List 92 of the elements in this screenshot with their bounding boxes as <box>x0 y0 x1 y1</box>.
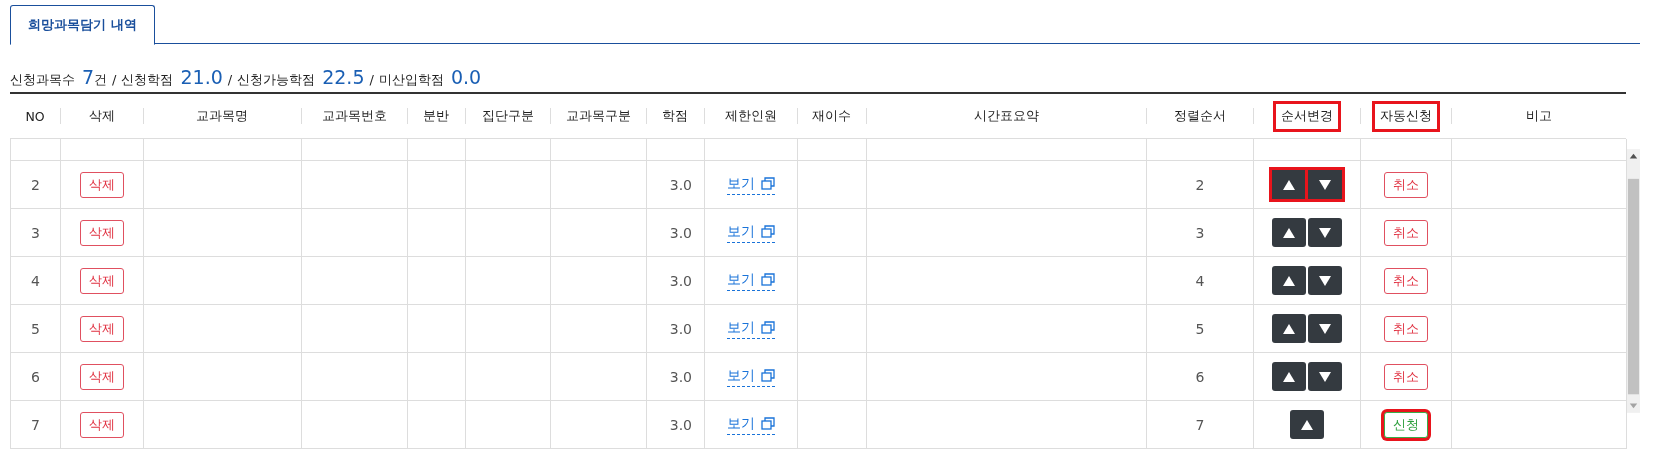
move-up-button[interactable] <box>1272 218 1306 247</box>
column-header: 비고 <box>1524 106 1553 125</box>
column-header: 재이수 <box>811 106 852 125</box>
row-number: 2 <box>31 176 40 193</box>
column-header: 시간표요약 <box>972 106 1040 125</box>
row-number: 6 <box>31 368 40 385</box>
up-triangle-icon <box>1282 226 1296 239</box>
delete-button[interactable]: 삭제 <box>80 411 124 438</box>
up-triangle-icon <box>1282 178 1296 191</box>
credit-text: 3.0 <box>669 224 692 241</box>
summary-value: 22.5 <box>322 66 365 88</box>
summary-label: 신청과목수 <box>10 71 75 89</box>
move-up-button[interactable] <box>1290 410 1324 439</box>
credit-text: 3.0 <box>669 416 692 433</box>
apply-button[interactable]: 신청 <box>1384 411 1428 438</box>
column-header: 집단구분 <box>480 106 535 125</box>
column-header: 순서변경 <box>1272 100 1341 132</box>
order-number: 5 <box>1195 320 1205 337</box>
column-header: 교과목명 <box>195 106 249 125</box>
delete-button[interactable]: 삭제 <box>80 171 124 198</box>
row-number: 3 <box>31 224 40 241</box>
credit-text: 3.0 <box>669 368 692 385</box>
column-header: 삭제 <box>87 106 116 125</box>
order-number: 4 <box>1195 272 1205 289</box>
popup-icon <box>761 273 775 286</box>
move-up-button[interactable] <box>1272 170 1306 199</box>
credit-text: 3.0 <box>669 272 692 289</box>
delete-button[interactable]: 삭제 <box>80 267 124 294</box>
view-link[interactable]: 보기 <box>727 174 775 195</box>
cancel-button[interactable]: 취소 <box>1384 267 1428 294</box>
summary-label: 신청가능학점 <box>237 71 316 89</box>
column-header: 정렬순서 <box>1172 106 1227 125</box>
popup-icon <box>761 177 775 190</box>
column-header: 교과목구분 <box>564 106 632 125</box>
popup-icon <box>761 369 775 382</box>
popup-icon <box>761 321 775 334</box>
view-link[interactable]: 보기 <box>727 414 775 435</box>
summary-value: 21.0 <box>180 66 223 88</box>
column-header: 학점 <box>661 106 689 125</box>
move-down-button[interactable] <box>1308 266 1342 295</box>
move-down-button[interactable] <box>1308 314 1342 343</box>
move-up-button[interactable] <box>1272 266 1306 295</box>
move-down-button[interactable] <box>1308 170 1342 199</box>
order-number: 6 <box>1195 368 1205 385</box>
view-link[interactable]: 보기 <box>727 270 775 291</box>
down-triangle-icon <box>1318 226 1332 239</box>
row-number: 4 <box>31 272 40 289</box>
summary-label: 신청학점 <box>121 71 174 89</box>
down-triangle-icon <box>1318 322 1332 335</box>
up-triangle-icon <box>1282 322 1296 335</box>
down-triangle-icon <box>1318 274 1332 287</box>
down-triangle-icon <box>1318 178 1332 191</box>
popup-icon <box>761 225 775 238</box>
cancel-button[interactable]: 취소 <box>1384 219 1428 246</box>
move-up-button[interactable] <box>1272 362 1306 391</box>
summary-value: 0.0 <box>450 66 482 88</box>
cancel-button[interactable]: 취소 <box>1384 363 1428 390</box>
move-down-button[interactable] <box>1308 218 1342 247</box>
view-link[interactable]: 보기 <box>727 366 775 387</box>
row-number: 7 <box>31 416 40 433</box>
summary-unit: 건 <box>94 71 108 89</box>
down-triangle-icon <box>1318 370 1332 383</box>
column-header: 분반 <box>422 106 450 125</box>
column-header: NO <box>24 107 46 126</box>
column-header: 자동신청 <box>1371 100 1440 132</box>
separator-text: / <box>369 72 374 87</box>
column-header: 교과목번호 <box>320 106 388 125</box>
delete-button[interactable]: 삭제 <box>80 219 124 246</box>
popup-icon <box>761 417 775 430</box>
order-number: 3 <box>1195 224 1205 241</box>
order-number: 2 <box>1195 176 1205 193</box>
separator-text: / <box>112 72 117 87</box>
delete-button[interactable]: 삭제 <box>80 363 124 390</box>
up-triangle-icon <box>1282 370 1296 383</box>
up-triangle-icon <box>1282 274 1296 287</box>
row-number: 5 <box>31 320 40 337</box>
delete-button[interactable]: 삭제 <box>80 315 124 342</box>
summary-value: 7 <box>82 66 95 88</box>
cancel-button[interactable]: 취소 <box>1384 171 1428 198</box>
summary-label: 미산입학점 <box>378 71 444 89</box>
credit-text: 3.0 <box>669 320 692 337</box>
view-link[interactable]: 보기 <box>727 318 775 339</box>
view-link[interactable]: 보기 <box>727 222 775 243</box>
move-down-button[interactable] <box>1308 362 1342 391</box>
cancel-button[interactable]: 취소 <box>1384 315 1428 342</box>
move-up-button[interactable] <box>1272 314 1306 343</box>
up-triangle-icon <box>1300 418 1314 431</box>
column-header: 제한인원 <box>723 106 778 125</box>
order-number: 7 <box>1195 416 1205 433</box>
tab[interactable]: 희망과목담기 내역 <box>10 5 155 45</box>
credit-text: 3.0 <box>669 176 692 193</box>
separator-text: / <box>227 72 233 87</box>
